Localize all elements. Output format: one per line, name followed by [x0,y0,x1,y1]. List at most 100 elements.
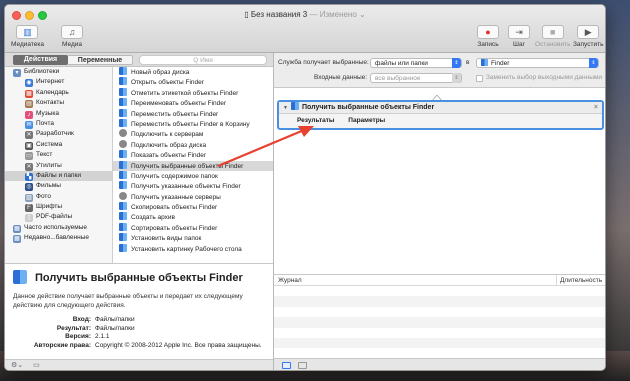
action-item[interactable]: Открыть объекты Finder [113,77,273,87]
category-icon: ✕ [25,162,33,171]
finder-icon [290,102,299,110]
action-label: Получить указанные объекты Finder [131,183,241,191]
receives-popup[interactable]: файлы или папки ⇕ [370,58,462,68]
workflow-canvas[interactable]: ▼ Получить выбранные объекты Finder × Рез… [274,88,605,274]
action-label: Подключить образ диска [131,141,207,149]
finder-icon [119,118,127,127]
category-label: Фото [36,192,51,200]
category-icon: ✉ [25,120,33,129]
log-row [274,317,605,328]
action-item[interactable]: Создать архив [113,212,273,222]
category-item[interactable]: ◎ Фильмы [5,181,112,192]
duration-column-header[interactable]: Длительность [556,275,602,286]
action-item[interactable]: Получить указанные объекты Finder [113,181,273,191]
category-item[interactable]: ▧ Фото [5,192,112,202]
category-item[interactable]: ▾ Библиотеки [5,67,112,77]
category-item[interactable]: ▭ Текст [5,150,112,161]
action-item[interactable]: Переместить объекты Finder в Корзину [113,118,273,129]
action-label: Переместить объекты Finder [131,110,219,118]
run-label: Запустить [573,41,604,48]
action-item[interactable]: Установить картинку Рабочего стола [113,243,273,254]
media-button[interactable]: ♫ Медиа [61,25,83,48]
gear-icon [119,191,127,200]
action-item[interactable]: Получить содержимое папок [113,170,273,181]
tab-actions[interactable]: Действия [13,55,68,65]
category-icon: ▭ [25,152,33,161]
variables-view-icon[interactable] [298,362,307,369]
action-item[interactable]: Установить виды папок [113,233,273,243]
action-label: Получить указанные серверы [131,193,221,201]
input-label: Входные данные: [314,74,368,81]
category-item[interactable]: ▯ PDF-файлы [5,212,112,223]
action-item[interactable]: Показать объекты Finder [113,150,273,160]
action-item[interactable]: Сортировать объекты Finder [113,222,273,233]
library-toggle-button[interactable]: ▥ Медиатека [11,25,44,48]
category-label: Библиотеки [24,68,60,75]
log-column-header[interactable]: Журнал [278,277,302,284]
replace-checkbox[interactable] [476,75,483,82]
category-label: Недавно...бавленные [24,234,90,242]
category-item[interactable]: ✕ Разработчик [5,129,112,140]
description-row: Авторские права: Copyright © 2008-2012 Ap… [13,342,265,351]
run-button[interactable]: ▶ Запустить [573,25,603,48]
application-popup[interactable]: Finder ⇕ [476,58,599,68]
category-label: Разработчик [36,130,74,138]
description-value: Файлы/папки [95,316,135,323]
action-item[interactable]: Подключить к серверам [113,129,273,139]
description-toggle-icon[interactable]: ▭ [33,362,40,369]
action-item[interactable]: Переместить объекты Finder [113,108,273,119]
tab-parameters[interactable]: Параметры [348,117,385,124]
category-label: Утилиты [36,161,62,169]
category-label: Календарь [36,88,69,96]
description-row: Вход: Файлы/папки [13,316,265,325]
input-popup[interactable]: все выбранное ⇕ [370,73,462,83]
category-icon: ▤ [25,100,33,109]
category-item[interactable]: ▤ Контакты [5,98,112,109]
category-item[interactable]: ▦ Недавно...бавленные [5,233,112,244]
close-icon[interactable]: × [594,102,598,114]
step-button[interactable]: ⇥ Шаг [508,25,530,48]
category-icon: ▦ [25,89,33,98]
category-item[interactable]: ▣ Система [5,140,112,150]
stop-button[interactable]: ■ Остановить [535,25,570,48]
description-value: Copyright © 2008-2012 Apple Inc. Все пра… [95,341,262,349]
action-item[interactable]: Новый образ диска [113,67,273,77]
record-button[interactable]: ● Запись [477,25,499,48]
category-label: PDF-файлы [36,213,73,221]
finder-icon [119,212,127,221]
action-item[interactable]: Отметить этикеткой объекты Finder [113,87,273,98]
chevron-updown-icon: ⇕ [452,73,461,83]
finder-icon [119,233,127,242]
action-item[interactable]: Получить указанные серверы [113,191,273,202]
document-icon: ▯ [244,10,251,19]
description-row: Версия: 2.1.1 [13,333,265,342]
action-item[interactable]: Получить выбранные объекты Finder [113,160,273,171]
action-item[interactable]: Скопировать объекты Finder [113,202,273,212]
tab-variables[interactable]: Переменные [68,55,133,65]
category-item[interactable]: ✉ Почта [5,119,112,129]
action-item[interactable]: Переименовать объекты Finder [113,98,273,108]
category-item[interactable]: ▦ Календарь [5,88,112,98]
log-view-icon[interactable] [282,362,291,369]
library-search-input[interactable]: Q Имя [139,55,267,65]
stop-icon: ■ [541,25,564,39]
category-item[interactable]: ✕ Утилиты [5,161,112,171]
step-label: Шаг [513,41,525,48]
tab-results[interactable]: Результаты [297,117,334,124]
category-item[interactable]: ♪ Музыка [5,109,112,119]
category-icon: ✕ [25,131,33,140]
category-item[interactable]: ◉ Интернет [5,77,112,88]
category-item[interactable]: ▦ Часто используемые [5,223,112,233]
finder-icon [119,77,127,86]
category-item[interactable]: ▚ Файлы и папки [5,170,112,182]
category-item[interactable]: F Шрифты [5,202,112,213]
action-item[interactable]: Подключить образ диска [113,139,273,150]
description-key: Вход: [72,316,91,323]
category-icon: ♪ [25,110,33,119]
workflow-action-card[interactable]: ▼ Получить выбранные объекты Finder × Рез… [277,100,604,130]
step-icon: ⇥ [508,25,530,39]
disclosure-triangle-icon[interactable]: ▼ [283,105,288,111]
description-details: Вход: Файлы/папки Результат: Файлы/папки Вер… [13,316,265,350]
action-card-header[interactable]: ▼ Получить выбранные объекты Finder × [279,102,602,114]
gear-menu-icon[interactable]: ⚙⌄ [11,362,23,369]
